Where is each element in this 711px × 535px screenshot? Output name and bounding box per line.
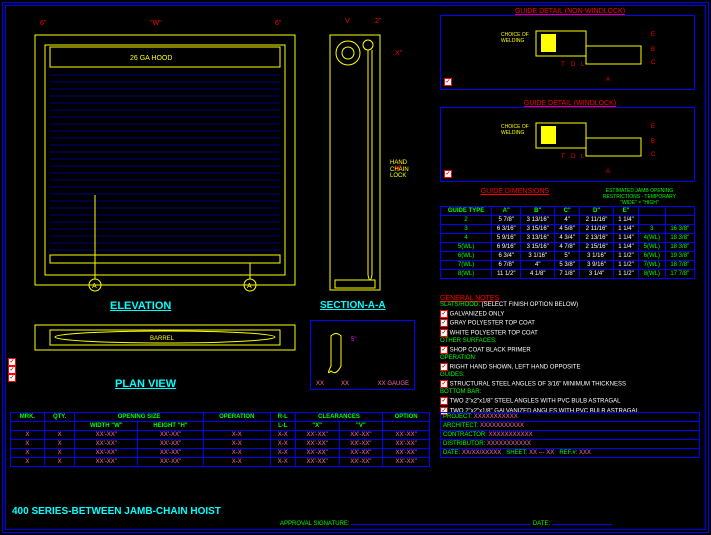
guide-windlock-title: GUIDE DETAIL (WINDLOCK) [440,100,700,107]
spec-table: MRK.QTY.OPENING SIZEOPERATIONR-LCLEARANC… [10,412,430,467]
svg-text:T: T [561,154,565,160]
hand-chain-label: HANDCHAINLOCK [390,160,409,180]
plan-view-drawing: BARREL [20,320,310,380]
svg-text:C: C [651,60,656,66]
svg-text:B: B [651,47,655,53]
planview-title: PLAN VIEW [115,378,176,390]
svg-text:A: A [92,283,97,290]
section-aa-drawing: V 2" X" H" HANDCHAINLOCK [320,15,420,305]
gn-cb-7[interactable]: ✓ [440,397,448,405]
svg-text:D: D [571,154,576,160]
svg-text:C: C [651,152,656,158]
approval-sig: APPROVAL SIGNATURE: DATE: [280,521,612,527]
svg-text:A: A [606,169,610,175]
svg-text:BARREL: BARREL [150,336,175,342]
slat-xx-2: XX [341,381,349,387]
svg-text:WELDING: WELDING [501,130,524,136]
svg-text:WELDING: WELDING [501,38,524,44]
slat-xx-1: XX [316,381,324,387]
svg-text:T: T [561,62,565,68]
planview-checkbox-1[interactable]: ✓ [8,358,16,366]
svg-text:L: L [581,154,585,160]
guide-w-checkbox[interactable]: ✓ [444,170,452,178]
svg-text:D: D [571,62,576,68]
elevation-title: ELEVATION [110,300,171,312]
gn-cb-6[interactable]: ✓ [440,380,448,388]
svg-text:A: A [606,77,610,83]
svg-text:E: E [651,124,655,130]
gn-cb-4[interactable]: ✓ [440,346,448,354]
gn-title: GENERAL NOTES [440,295,700,302]
guide-dims-table: GUIDE TYPEA"B"C"D"E" 25 7/8"3 13/16"4"2 … [440,206,695,279]
spec-table-container: MRK.QTY.OPENING SIZEOPERATIONR-LCLEARANC… [10,412,430,467]
gn-other-label: OTHER SURFACES: [440,338,497,344]
guide-nonwindlock-title: GUIDE DETAIL (NON-WINDLOCK) [440,8,700,15]
gn-bb-label: BOTTOM BAR: [440,389,481,395]
guide-dims-title: GUIDE DIMENSIONS [440,188,590,195]
gn-slats-label: SLATS/HOOD: [440,302,480,308]
gn-cb-2[interactable]: ✓ [440,319,448,327]
planview-checkbox-2[interactable]: ✓ [8,366,16,374]
svg-text:B: B [651,139,655,145]
dim-v: V [345,18,350,25]
guide-dims-note: ESTIMATED JAMB OPENINGRESTRICTIONS - TEM… [592,188,687,206]
dim-2: 2" [375,18,381,25]
dim-x: X" [395,50,402,57]
slat-detail: 5" XX XX XX GAUGE [310,320,415,390]
main-title: 400 SERIES-BETWEEN JAMB-CHAIN HOIST [12,506,221,517]
gn-op-label: OPERATION: [440,355,477,361]
hood-label: 26 GA HOOD [130,55,172,62]
slat-gauge: XX GAUGE [378,381,409,387]
guide-nw-checkbox[interactable]: ✓ [444,78,452,86]
gn-cb-1[interactable]: ✓ [440,310,448,318]
gn-cb-3[interactable]: ✓ [440,329,448,337]
svg-text:E: E [651,32,655,38]
svg-text:5": 5" [351,337,356,343]
gn-cb-5[interactable]: ✓ [440,363,448,371]
planview-checkbox-3[interactable]: ✓ [8,374,16,382]
gn-slats-sub: (SELECT FINISH OPTION BELOW) [482,302,579,308]
elevation-drawing: 6" "W" 6" 26 GA HOOD A A [20,15,310,305]
svg-text:L: L [581,62,585,68]
general-notes: GENERAL NOTES SLATS/HOOD: (SELECT FINISH… [440,295,700,416]
title-block: PROJECT: XXXXXXXXXXX ARCHITECT: XXXXXXXX… [440,412,700,458]
gn-guides-label: GUIDES: [440,372,465,378]
section-aa-title: SECTION-A-A [320,300,386,311]
svg-text:A: A [247,283,252,290]
